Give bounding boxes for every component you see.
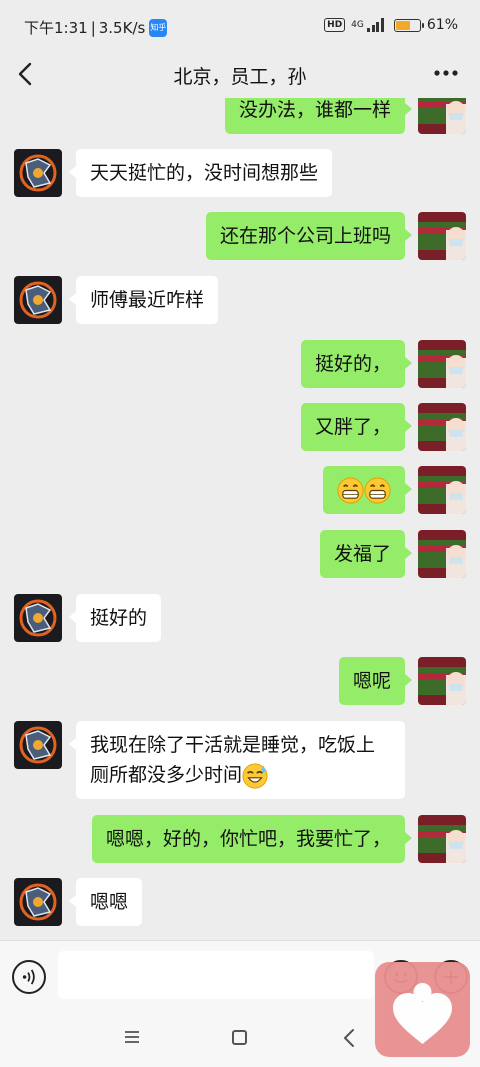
message-text: 发福了: [333, 543, 391, 565]
message-bubble[interactable]: 发福了: [319, 530, 413, 578]
contact-avatar-image: [14, 721, 62, 769]
message-bubble[interactable]: 挺好的: [68, 594, 162, 642]
message-text: 我现在除了干活就是睡觉，吃饭上厕所都没多少时间: [90, 734, 376, 786]
status-speed: 3.5K/s: [98, 18, 146, 37]
message-text: 没办法，谁都一样: [238, 99, 391, 121]
self-avatar[interactable]: [418, 466, 466, 514]
contact-avatar-image: [14, 276, 62, 324]
status-left: 下午1:31 | 3.5K/s 知乎: [24, 17, 168, 38]
self-avatar-image: [418, 403, 466, 451]
heart-person-icon: [393, 983, 452, 1044]
battery-percent: 61%: [426, 17, 458, 33]
zhihu-app-icon: 知乎: [149, 18, 168, 37]
self-avatar[interactable]: [418, 530, 466, 578]
voice-icon[interactable]: [12, 960, 46, 994]
message-bubble[interactable]: 又胖了，: [300, 403, 413, 451]
message-text: 还在那个公司上班吗: [219, 225, 391, 247]
message-bubble[interactable]: 天天挺忙的，没时间想那些: [68, 149, 333, 197]
grin-icon: [337, 477, 364, 504]
status-time: 下午1:31: [24, 19, 88, 37]
battery-level: [395, 20, 410, 30]
message-text: 又胖了，: [314, 416, 391, 438]
sweat-smile-icon: [242, 762, 268, 789]
recent-apps-icon[interactable]: [124, 1030, 140, 1044]
self-avatar[interactable]: [418, 340, 466, 388]
status-right: HD 4G 61%: [324, 17, 458, 33]
self-avatar[interactable]: [418, 657, 466, 705]
message-bubble[interactable]: 师傅最近咋样: [68, 276, 219, 324]
hd-icon: HD: [324, 18, 346, 32]
message-bubble[interactable]: 我现在除了干活就是睡觉，吃饭上厕所都没多少时间: [69, 721, 405, 799]
message-text: 嗯嗯: [90, 891, 129, 913]
contact-avatar[interactable]: [14, 594, 62, 642]
contact-avatar-image: [14, 878, 62, 926]
message-text: 挺好的，: [314, 353, 391, 375]
message-text: 天天挺忙的，没时间想那些: [90, 162, 319, 184]
self-avatar-image: [418, 530, 466, 578]
self-avatar-image: [418, 98, 466, 134]
self-avatar-image: [418, 212, 466, 260]
home-icon[interactable]: [232, 1030, 247, 1045]
signal-icon: [366, 18, 384, 32]
message-list[interactable]: 没办法，谁都一样 天天挺忙的，没时间想那些 还在那个公司上班吗 师傅最近咋样 挺…: [0, 98, 480, 940]
message-bubble[interactable]: 没办法，谁都一样: [224, 98, 413, 134]
status-separator: |: [90, 18, 96, 37]
grin-icon: [364, 477, 391, 504]
self-avatar[interactable]: [418, 212, 466, 260]
message-text: 挺好的: [90, 607, 148, 629]
contact-avatar[interactable]: [14, 149, 62, 197]
chat-title: 北京，员工，孙: [173, 66, 307, 88]
contact-avatar[interactable]: [14, 878, 62, 926]
status-bar: 下午1:31 | 3.5K/s 知乎 HD 4G 61%: [0, 0, 480, 52]
message-bubble[interactable]: 嗯嗯，好的，你忙吧，我要忙了，: [91, 815, 413, 863]
floating-heart-widget[interactable]: [375, 962, 470, 1057]
chat-header: 北京，员工，孙: [0, 52, 480, 98]
self-avatar-image: [418, 466, 466, 514]
self-avatar[interactable]: [418, 815, 466, 863]
contact-avatar-image: [14, 149, 62, 197]
self-avatar[interactable]: [418, 98, 466, 134]
message-text: 师傅最近咋样: [90, 289, 205, 311]
message-bubble[interactable]: 还在那个公司上班吗: [205, 212, 413, 260]
self-avatar-image: [418, 657, 466, 705]
message-bubble[interactable]: 嗯呢: [338, 657, 413, 705]
message-input[interactable]: [58, 951, 374, 999]
message-text: 嗯嗯，好的，你忙吧，我要忙了，: [105, 828, 391, 850]
more-options-icon[interactable]: [432, 62, 460, 84]
message-bubble[interactable]: 挺好的，: [300, 340, 413, 388]
nav-back-icon[interactable]: [342, 1028, 356, 1048]
self-avatar-image: [418, 815, 466, 863]
message-bubble[interactable]: [323, 466, 412, 514]
contact-avatar-image: [14, 594, 62, 642]
network-type: 4G: [351, 19, 364, 30]
self-avatar[interactable]: [418, 403, 466, 451]
contact-avatar[interactable]: [14, 721, 62, 769]
message-bubble[interactable]: 嗯嗯: [68, 878, 143, 926]
self-avatar-image: [418, 340, 466, 388]
contact-avatar[interactable]: [14, 276, 62, 324]
message-text: 嗯呢: [352, 670, 391, 692]
battery-icon: [393, 18, 424, 32]
